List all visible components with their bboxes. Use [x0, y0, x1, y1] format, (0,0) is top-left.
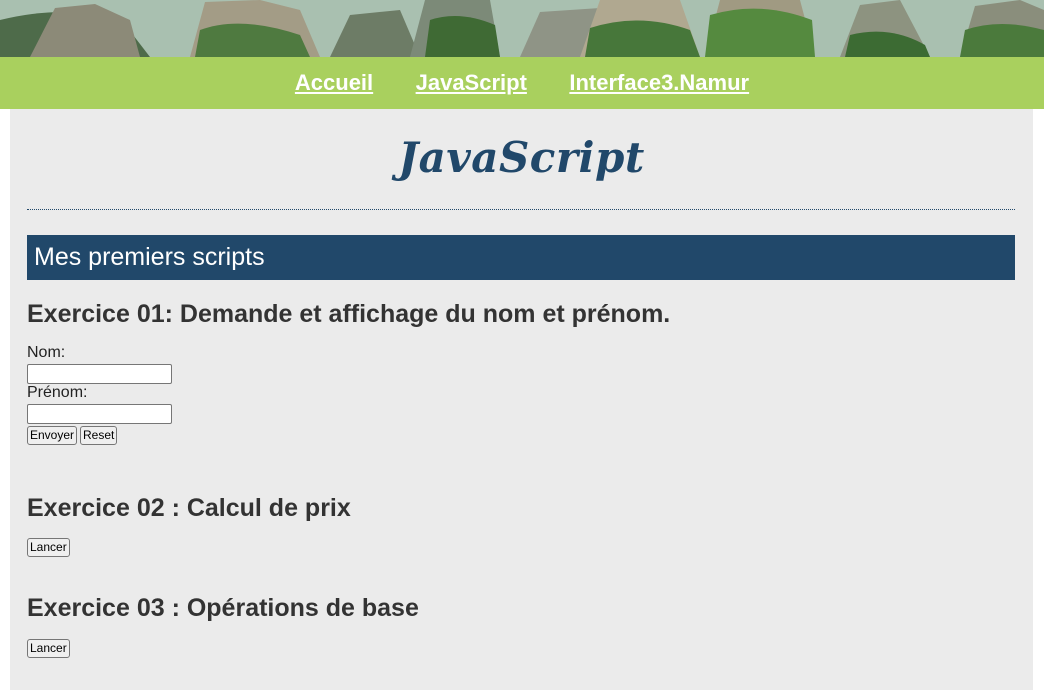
exercise-02-launch-button[interactable]: Lancer	[27, 538, 70, 557]
title-divider	[27, 209, 1015, 210]
page-title: JavaScript	[398, 133, 645, 182]
prenom-input[interactable]	[27, 404, 172, 424]
nav-link-javascript[interactable]: JavaScript	[416, 57, 527, 109]
reset-button[interactable]: Reset	[80, 426, 118, 445]
section-heading: Mes premiers scripts	[27, 235, 1015, 280]
prenom-label: Prénom:	[27, 384, 88, 401]
exercise-03-title: Exercice 03 : Opérations de base	[27, 594, 419, 622]
nav-link-accueil[interactable]: Accueil	[295, 57, 373, 109]
exercise-01-title: Exercice 01: Demande et affichage du nom…	[27, 300, 671, 328]
nav-link-interface3-namur[interactable]: Interface3.Namur	[569, 57, 749, 109]
envoyer-button[interactable]: Envoyer	[27, 426, 78, 445]
header-banner-image	[0, 0, 1044, 57]
page-content: JavaScript Mes premiers scripts Exercice…	[10, 109, 1033, 690]
exercise-03-launch-button[interactable]: Lancer	[27, 639, 70, 658]
exercise-02-title: Exercice 02 : Calcul de prix	[27, 494, 351, 522]
nom-label: Nom:	[27, 344, 66, 361]
nom-input[interactable]	[27, 364, 172, 384]
main-navigation: Accueil JavaScript Interface3.Namur	[0, 57, 1044, 109]
